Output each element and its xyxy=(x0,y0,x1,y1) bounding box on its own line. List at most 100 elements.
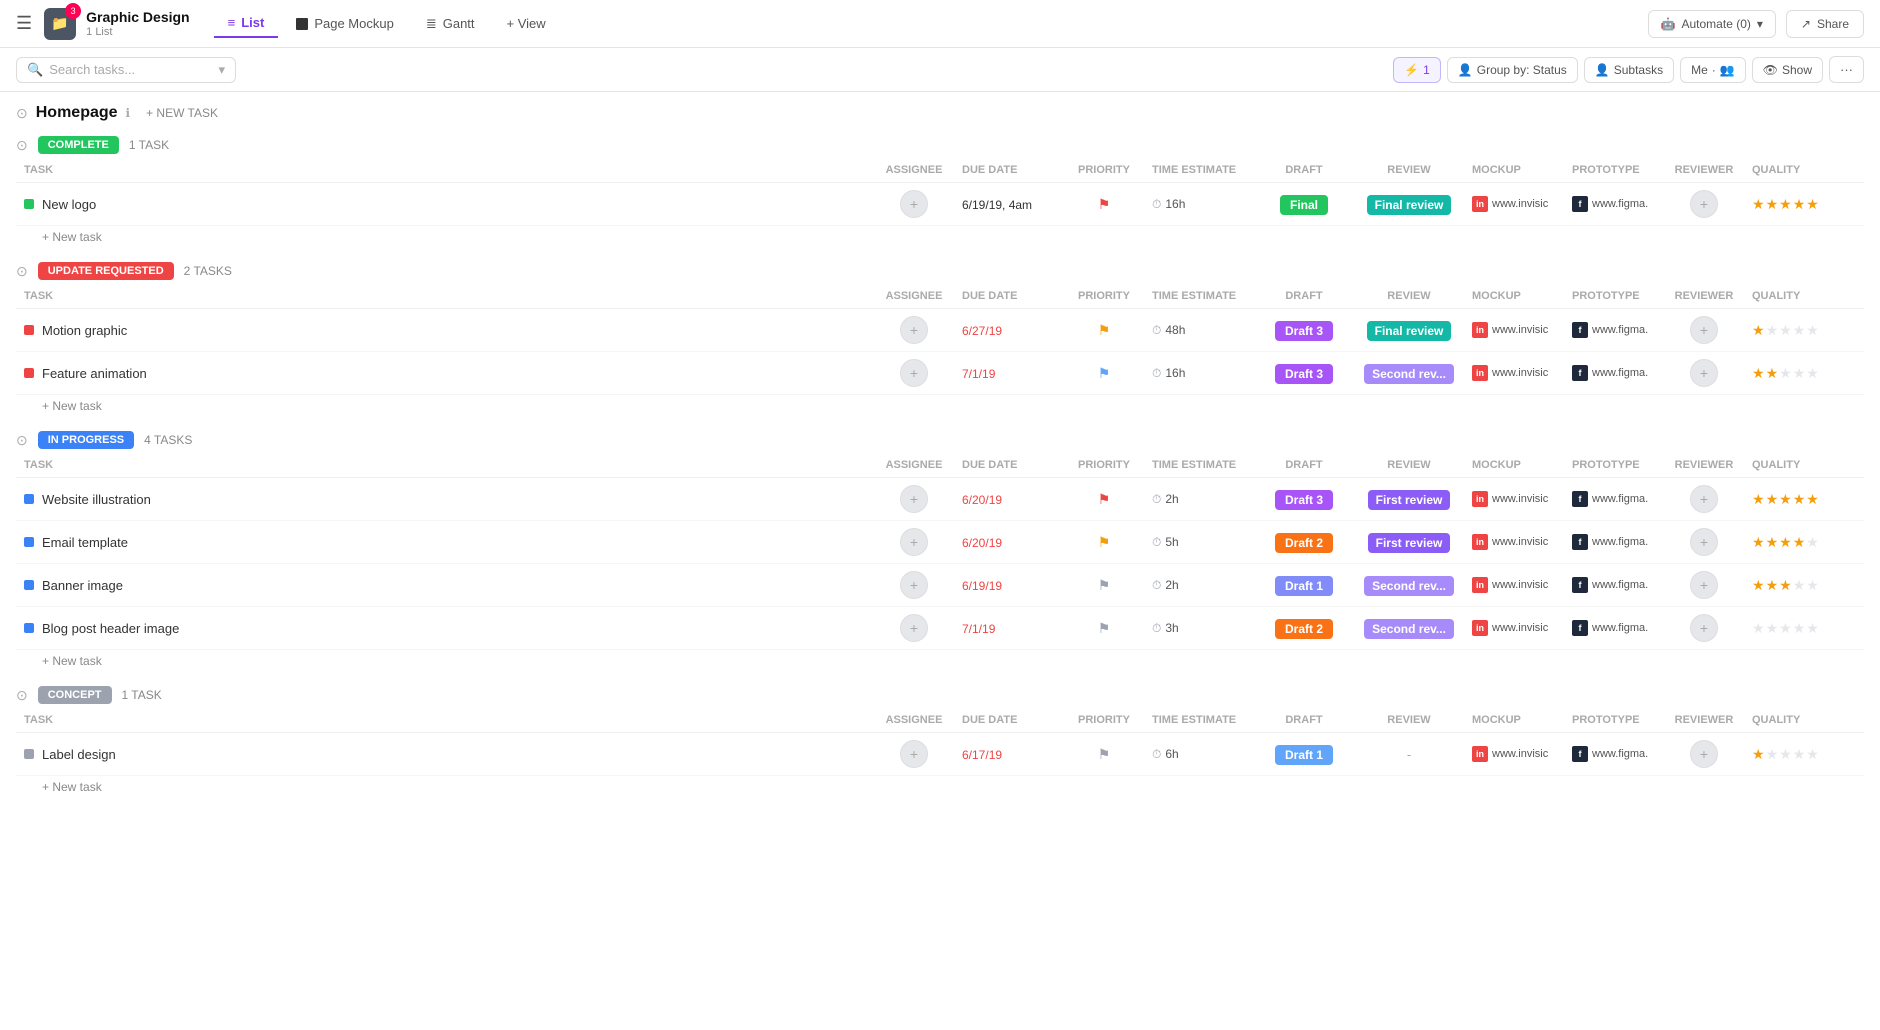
tab-page-mockup[interactable]: Page Mockup xyxy=(282,10,408,37)
col-header-due: DUE DATE xyxy=(954,158,1064,183)
add-task-concept[interactable]: + New task xyxy=(16,776,1864,802)
me-label: Me xyxy=(1691,63,1708,77)
share-label: Share xyxy=(1817,17,1849,31)
task-row: Motion graphic + 6/27/19 ⚑ ⏱ xyxy=(16,309,1864,352)
prototype-cell[interactable]: f www.figma. xyxy=(1564,183,1664,226)
draft-cell[interactable]: Final xyxy=(1254,183,1354,226)
prototype-link: www.figma. xyxy=(1592,198,1648,210)
filter-icon: ⚡ xyxy=(1404,63,1419,77)
tab-view-label: + View xyxy=(507,16,546,31)
subtasks-icon: 👤 xyxy=(1595,63,1610,77)
homepage-collapse-icon[interactable]: ⊙ xyxy=(16,105,28,122)
review-badge: Final review xyxy=(1367,321,1452,341)
toolbar: 🔍 Search tasks... ▾ ⚡ 1 👤 Group by: Stat… xyxy=(0,48,1880,92)
review-cell[interactable]: Final review xyxy=(1354,183,1464,226)
status-group-complete: ⊙ COMPLETE 1 TASK TASK ASSIGNEE DUE DATE… xyxy=(16,130,1864,252)
status-badge-update[interactable]: UPDATE REQUESTED xyxy=(38,262,174,280)
task-table-complete: TASK ASSIGNEE DUE DATE PRIORITY TIME EST… xyxy=(16,158,1864,226)
collapse-concept-icon[interactable]: ⊙ xyxy=(16,687,28,704)
col-header-priority: PRIORITY xyxy=(1064,158,1144,183)
group-icon: 👤 xyxy=(1458,63,1473,77)
task-name-cell: Motion graphic xyxy=(16,309,874,352)
status-badge-inprogress[interactable]: IN PROGRESS xyxy=(38,431,134,449)
status-badge-concept[interactable]: CONCEPT xyxy=(38,686,112,704)
collapse-complete-icon[interactable]: ⊙ xyxy=(16,137,28,154)
reviewer-avatar[interactable]: + xyxy=(1690,359,1718,387)
task-name[interactable]: Label design xyxy=(42,747,116,762)
status-group-inprogress: ⊙ IN PROGRESS 4 TASKS TASK ASSIGNEE DUE … xyxy=(16,425,1864,676)
priority-cell[interactable]: ⚑ xyxy=(1064,183,1144,226)
task-name[interactable]: Email template xyxy=(42,535,128,550)
hamburger-icon[interactable]: ☰ xyxy=(16,13,32,34)
reviewer-avatar[interactable]: + xyxy=(1690,528,1718,556)
task-name[interactable]: Motion graphic xyxy=(42,323,127,338)
add-task-inprogress[interactable]: + New task xyxy=(16,650,1864,676)
tab-page-mockup-label: Page Mockup xyxy=(314,16,394,31)
avatar[interactable]: + xyxy=(900,740,928,768)
reviewer-avatar[interactable]: + xyxy=(1690,485,1718,513)
group-label: Group by: Status xyxy=(1477,63,1567,77)
reviewer-avatar[interactable]: + xyxy=(1690,614,1718,642)
tab-gantt-label: Gantt xyxy=(443,16,475,31)
show-button[interactable]: 👁 Show xyxy=(1752,57,1823,83)
mockup-icon: in xyxy=(1472,322,1488,338)
task-status-dot xyxy=(24,199,34,209)
reviewer-avatar[interactable]: + xyxy=(1690,190,1718,218)
clock-icon: ⏱ xyxy=(1152,323,1161,338)
avatar[interactable]: + xyxy=(900,359,928,387)
avatar[interactable]: + xyxy=(900,316,928,344)
time-value: 16h xyxy=(1165,366,1185,380)
time-value: 16h xyxy=(1165,197,1185,211)
search-dropdown-icon[interactable]: ▾ xyxy=(218,62,225,78)
subtasks-button[interactable]: 👤 Subtasks xyxy=(1584,57,1674,83)
collapse-inprogress-icon[interactable]: ⊙ xyxy=(16,432,28,449)
status-badge-complete[interactable]: COMPLETE xyxy=(38,136,119,154)
col-header-draft: DRAFT xyxy=(1254,158,1354,183)
new-task-button[interactable]: + NEW TASK xyxy=(138,104,226,122)
tab-view[interactable]: + View xyxy=(493,10,560,37)
search-box[interactable]: 🔍 Search tasks... ▾ xyxy=(16,57,236,83)
more-options-button[interactable]: ··· xyxy=(1829,56,1864,83)
draft-badge: Draft 3 xyxy=(1275,321,1333,341)
show-label: Show xyxy=(1782,63,1812,77)
content: ⊙ Homepage ℹ + NEW TASK ⊙ COMPLETE 1 TAS… xyxy=(0,92,1880,826)
avatar[interactable]: + xyxy=(900,528,928,556)
me-group-icon: 👥 xyxy=(1720,63,1735,77)
col-header-prototype: PROTOTYPE xyxy=(1564,158,1664,183)
task-table-concept: TASK ASSIGNEE DUE DATE PRIORITY TIME EST… xyxy=(16,708,1864,776)
task-name[interactable]: Blog post header image xyxy=(42,621,179,636)
search-input[interactable]: Search tasks... xyxy=(49,62,135,77)
tab-list[interactable]: ≡ List xyxy=(214,9,279,38)
top-nav: ☰ 📁 3 Graphic Design 1 List ≡ List Page … xyxy=(0,0,1880,48)
add-task-update[interactable]: + New task xyxy=(16,395,1864,421)
add-task-complete[interactable]: + New task xyxy=(16,226,1864,252)
task-name[interactable]: Banner image xyxy=(42,578,123,593)
app-info: Graphic Design 1 List xyxy=(86,9,189,38)
reviewer-avatar[interactable]: + xyxy=(1690,316,1718,344)
info-icon[interactable]: ℹ xyxy=(126,106,131,120)
notification-badge: 3 xyxy=(65,3,81,19)
automate-button[interactable]: 🤖 Automate (0) ▾ xyxy=(1648,10,1776,38)
tab-gantt[interactable]: ≣ Gantt xyxy=(412,10,489,38)
avatar[interactable]: + xyxy=(900,190,928,218)
task-name[interactable]: Website illustration xyxy=(42,492,151,507)
stars-1: ★★★★★ xyxy=(1752,322,1856,339)
task-name[interactable]: New logo xyxy=(42,197,96,212)
collapse-update-icon[interactable]: ⊙ xyxy=(16,263,28,280)
reviewer-avatar[interactable]: + xyxy=(1690,740,1718,768)
review-badge: Final review xyxy=(1367,195,1452,215)
status-group-concept: ⊙ CONCEPT 1 TASK TASK ASSIGNEE DUE DATE … xyxy=(16,680,1864,802)
avatar[interactable]: + xyxy=(900,614,928,642)
share-button[interactable]: ↗ Share xyxy=(1786,10,1864,38)
task-count-concept: 1 TASK xyxy=(122,688,162,702)
avatar[interactable]: + xyxy=(900,571,928,599)
avatar[interactable]: + xyxy=(900,485,928,513)
clock-icon: ⏱ xyxy=(1152,366,1161,381)
nav-right: 🤖 Automate (0) ▾ ↗ Share xyxy=(1648,10,1864,38)
reviewer-avatar[interactable]: + xyxy=(1690,571,1718,599)
me-button[interactable]: Me · 👥 xyxy=(1680,57,1746,83)
mockup-cell[interactable]: in www.invisic xyxy=(1464,183,1564,226)
group-by-button[interactable]: 👤 Group by: Status xyxy=(1447,57,1578,83)
filter-button[interactable]: ⚡ 1 xyxy=(1393,57,1441,83)
task-name[interactable]: Feature animation xyxy=(42,366,147,381)
